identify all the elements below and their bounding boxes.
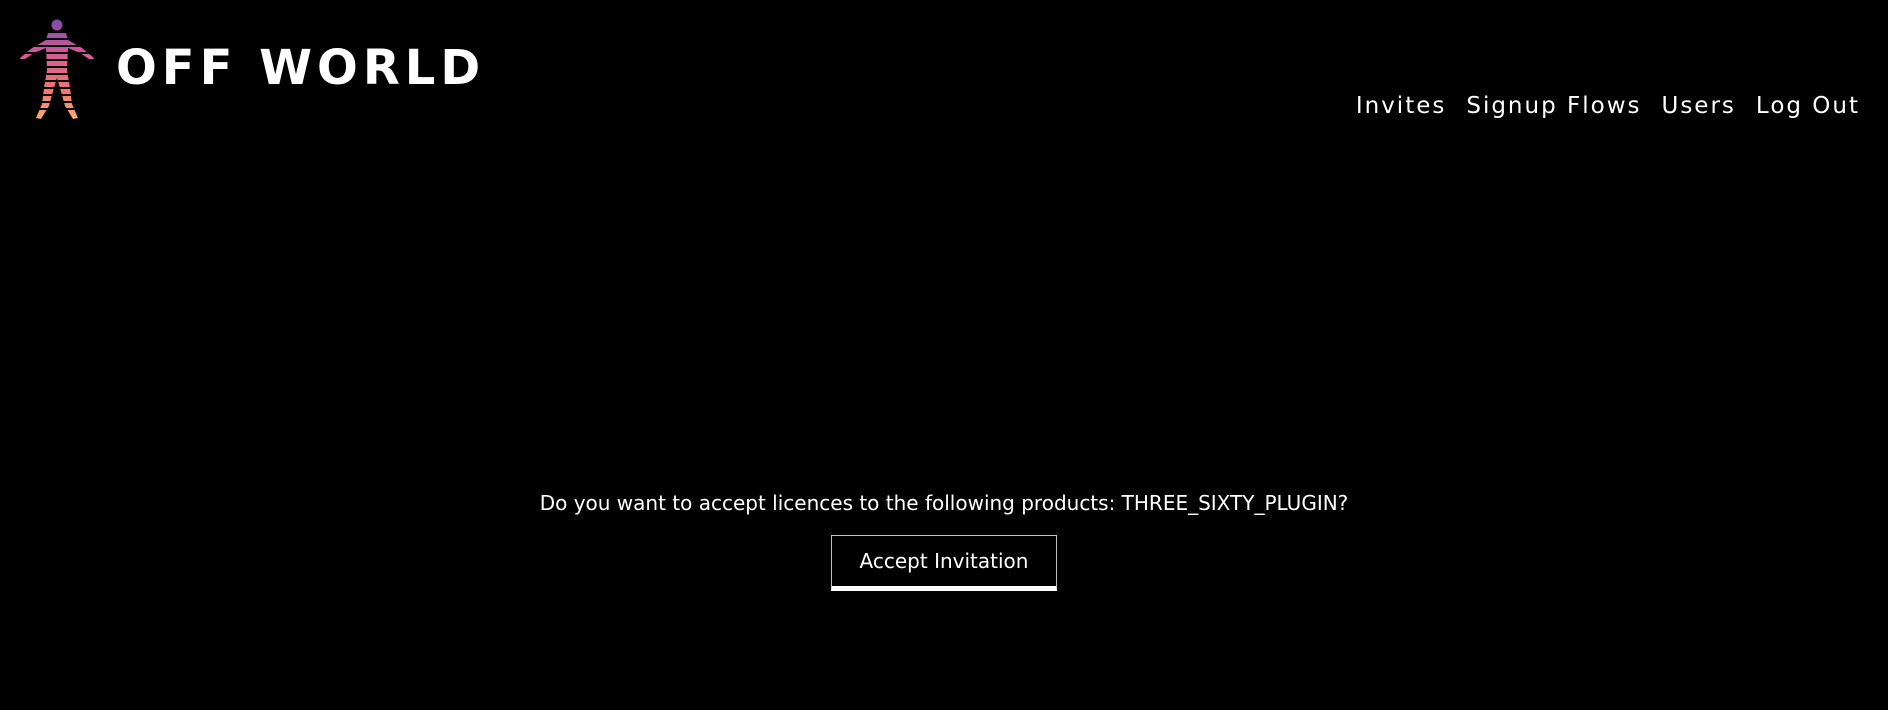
main-nav: Invites Signup Flows Users Log Out [1336,90,1860,122]
nav-item-invites[interactable]: Invites [1356,90,1447,122]
nav-item-log-out[interactable]: Log Out [1756,90,1860,122]
site-header: OFF WORLD Invites Signup Flows Users Log… [0,0,1888,140]
accept-invitation-button[interactable]: Accept Invitation [831,535,1057,591]
human-figure-icon [20,19,94,119]
invitation-prompt: Do you want to accept licences to the fo… [539,491,1349,515]
nav-item-users[interactable]: Users [1661,90,1735,122]
page: OFF WORLD Invites Signup Flows Users Log… [0,0,1888,710]
brand-name: OFF WORLD [116,40,486,96]
nav-item-signup-flows[interactable]: Signup Flows [1466,90,1641,122]
logo[interactable]: OFF WORLD [18,18,480,122]
